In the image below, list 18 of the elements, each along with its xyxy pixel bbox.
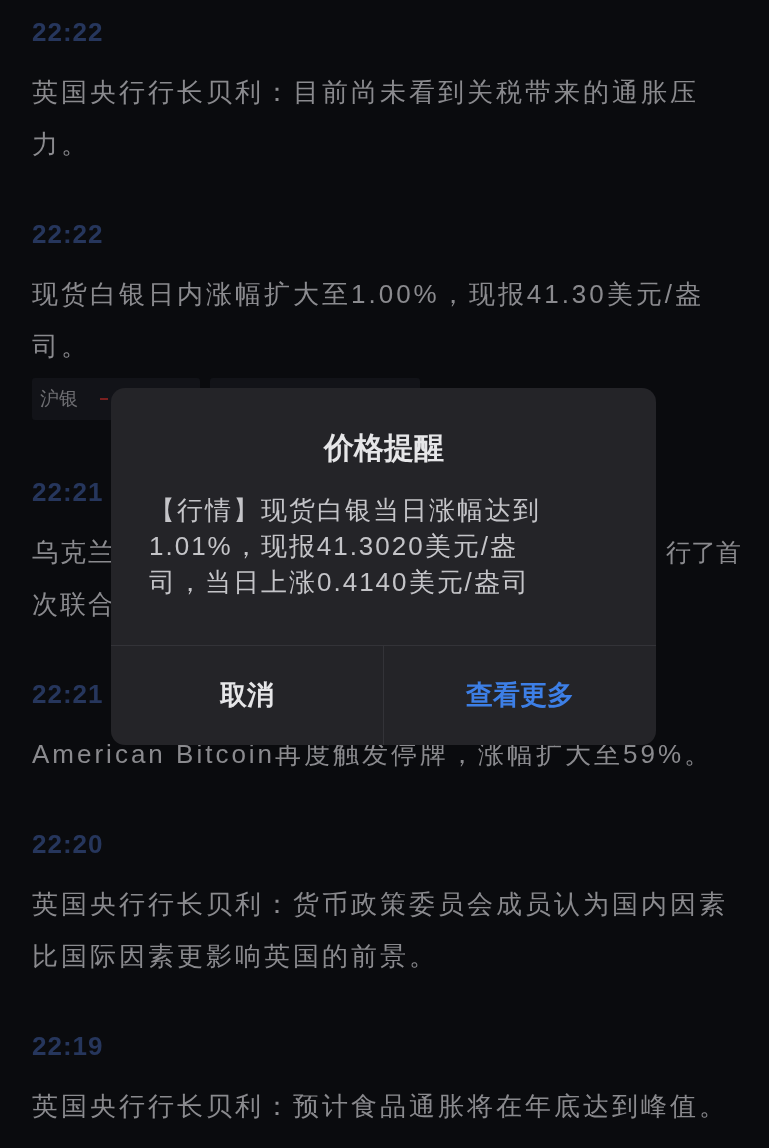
view-more-button[interactable]: 查看更多 xyxy=(383,646,656,745)
news-time: 22:22 xyxy=(32,218,104,251)
news-text: 英国央行行长贝利：货币政策委员会成员认为国内因素比国际因素更影响英国的前景。 xyxy=(32,888,729,973)
news-text: 次联合 xyxy=(32,588,116,621)
news-time: 22:19 xyxy=(32,1030,104,1063)
news-time: 22:22 xyxy=(32,16,104,49)
dialog-title: 价格提醒 xyxy=(323,430,444,466)
news-text: 行了首 xyxy=(666,537,741,568)
news-text: 英国央行行长贝利：目前尚未看到关税带来的通胀压力。 xyxy=(32,76,700,161)
news-time: 22:21 xyxy=(32,476,104,509)
news-time: 22:20 xyxy=(32,828,104,861)
cancel-button[interactable]: 取消 xyxy=(111,646,383,745)
news-text: 现货白银日内涨幅扩大至1.00%，现报41.30美元/盎司。 xyxy=(32,278,705,363)
news-text: 乌克兰 xyxy=(32,536,116,569)
change-dash-icon xyxy=(100,398,108,400)
dialog-message: 【行情】现货白银当日涨幅达到1.01%，现报41.3020美元/盎司，当日上涨0.4140美元/盎司 xyxy=(149,494,542,599)
news-text: 英国央行行长贝利：预计食品通胀将在年底达到峰值。 xyxy=(32,1090,729,1123)
news-time: 22:21 xyxy=(32,678,104,711)
